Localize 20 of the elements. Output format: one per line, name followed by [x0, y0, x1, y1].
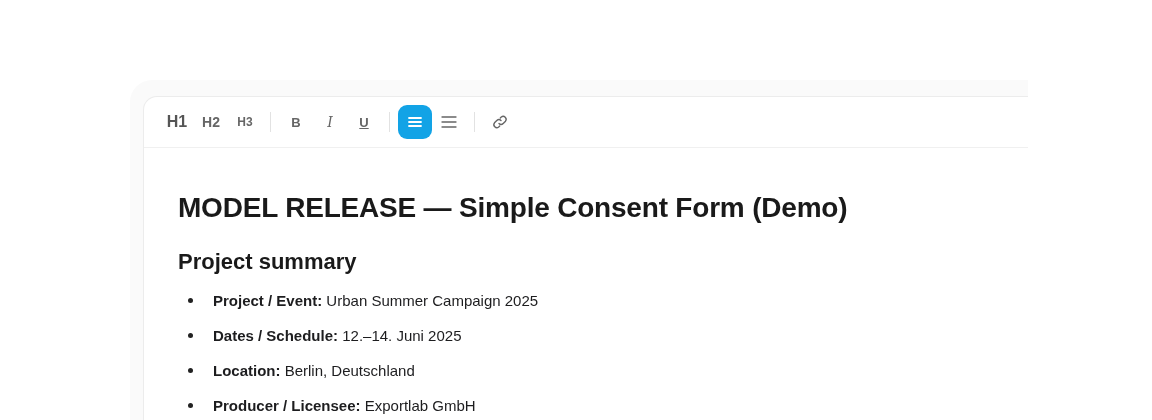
- heading-1-button[interactable]: H1: [160, 105, 194, 139]
- heading-2-button[interactable]: H2: [194, 105, 228, 139]
- link-icon: [492, 114, 508, 130]
- bullet-icon: [188, 403, 193, 408]
- document-title: MODEL RELEASE — Simple Consent Form (Demo): [178, 192, 849, 224]
- bold-button[interactable]: B: [279, 105, 313, 139]
- list-item-text: Dates / Schedule: 12.–14. Juni 2025: [213, 326, 462, 345]
- align-button[interactable]: [398, 105, 432, 139]
- underline-button[interactable]: U: [347, 105, 381, 139]
- list-item-text: Producer / Licensee: Exportlab GmbH: [213, 396, 476, 415]
- heading-3-button[interactable]: H3: [228, 105, 262, 139]
- bullet-icon: [188, 298, 193, 303]
- bullet-icon: [188, 368, 193, 373]
- section-heading: Project summary: [178, 249, 358, 275]
- italic-button[interactable]: I: [313, 105, 347, 139]
- align-justify-icon: [441, 115, 457, 129]
- bullet-icon: [188, 333, 193, 338]
- align-left-icon: [408, 116, 422, 128]
- list-item-text: Location: Berlin, Deutschland: [213, 361, 415, 380]
- list-item-text: Project / Event: Urban Summer Campaign 2025: [213, 291, 539, 310]
